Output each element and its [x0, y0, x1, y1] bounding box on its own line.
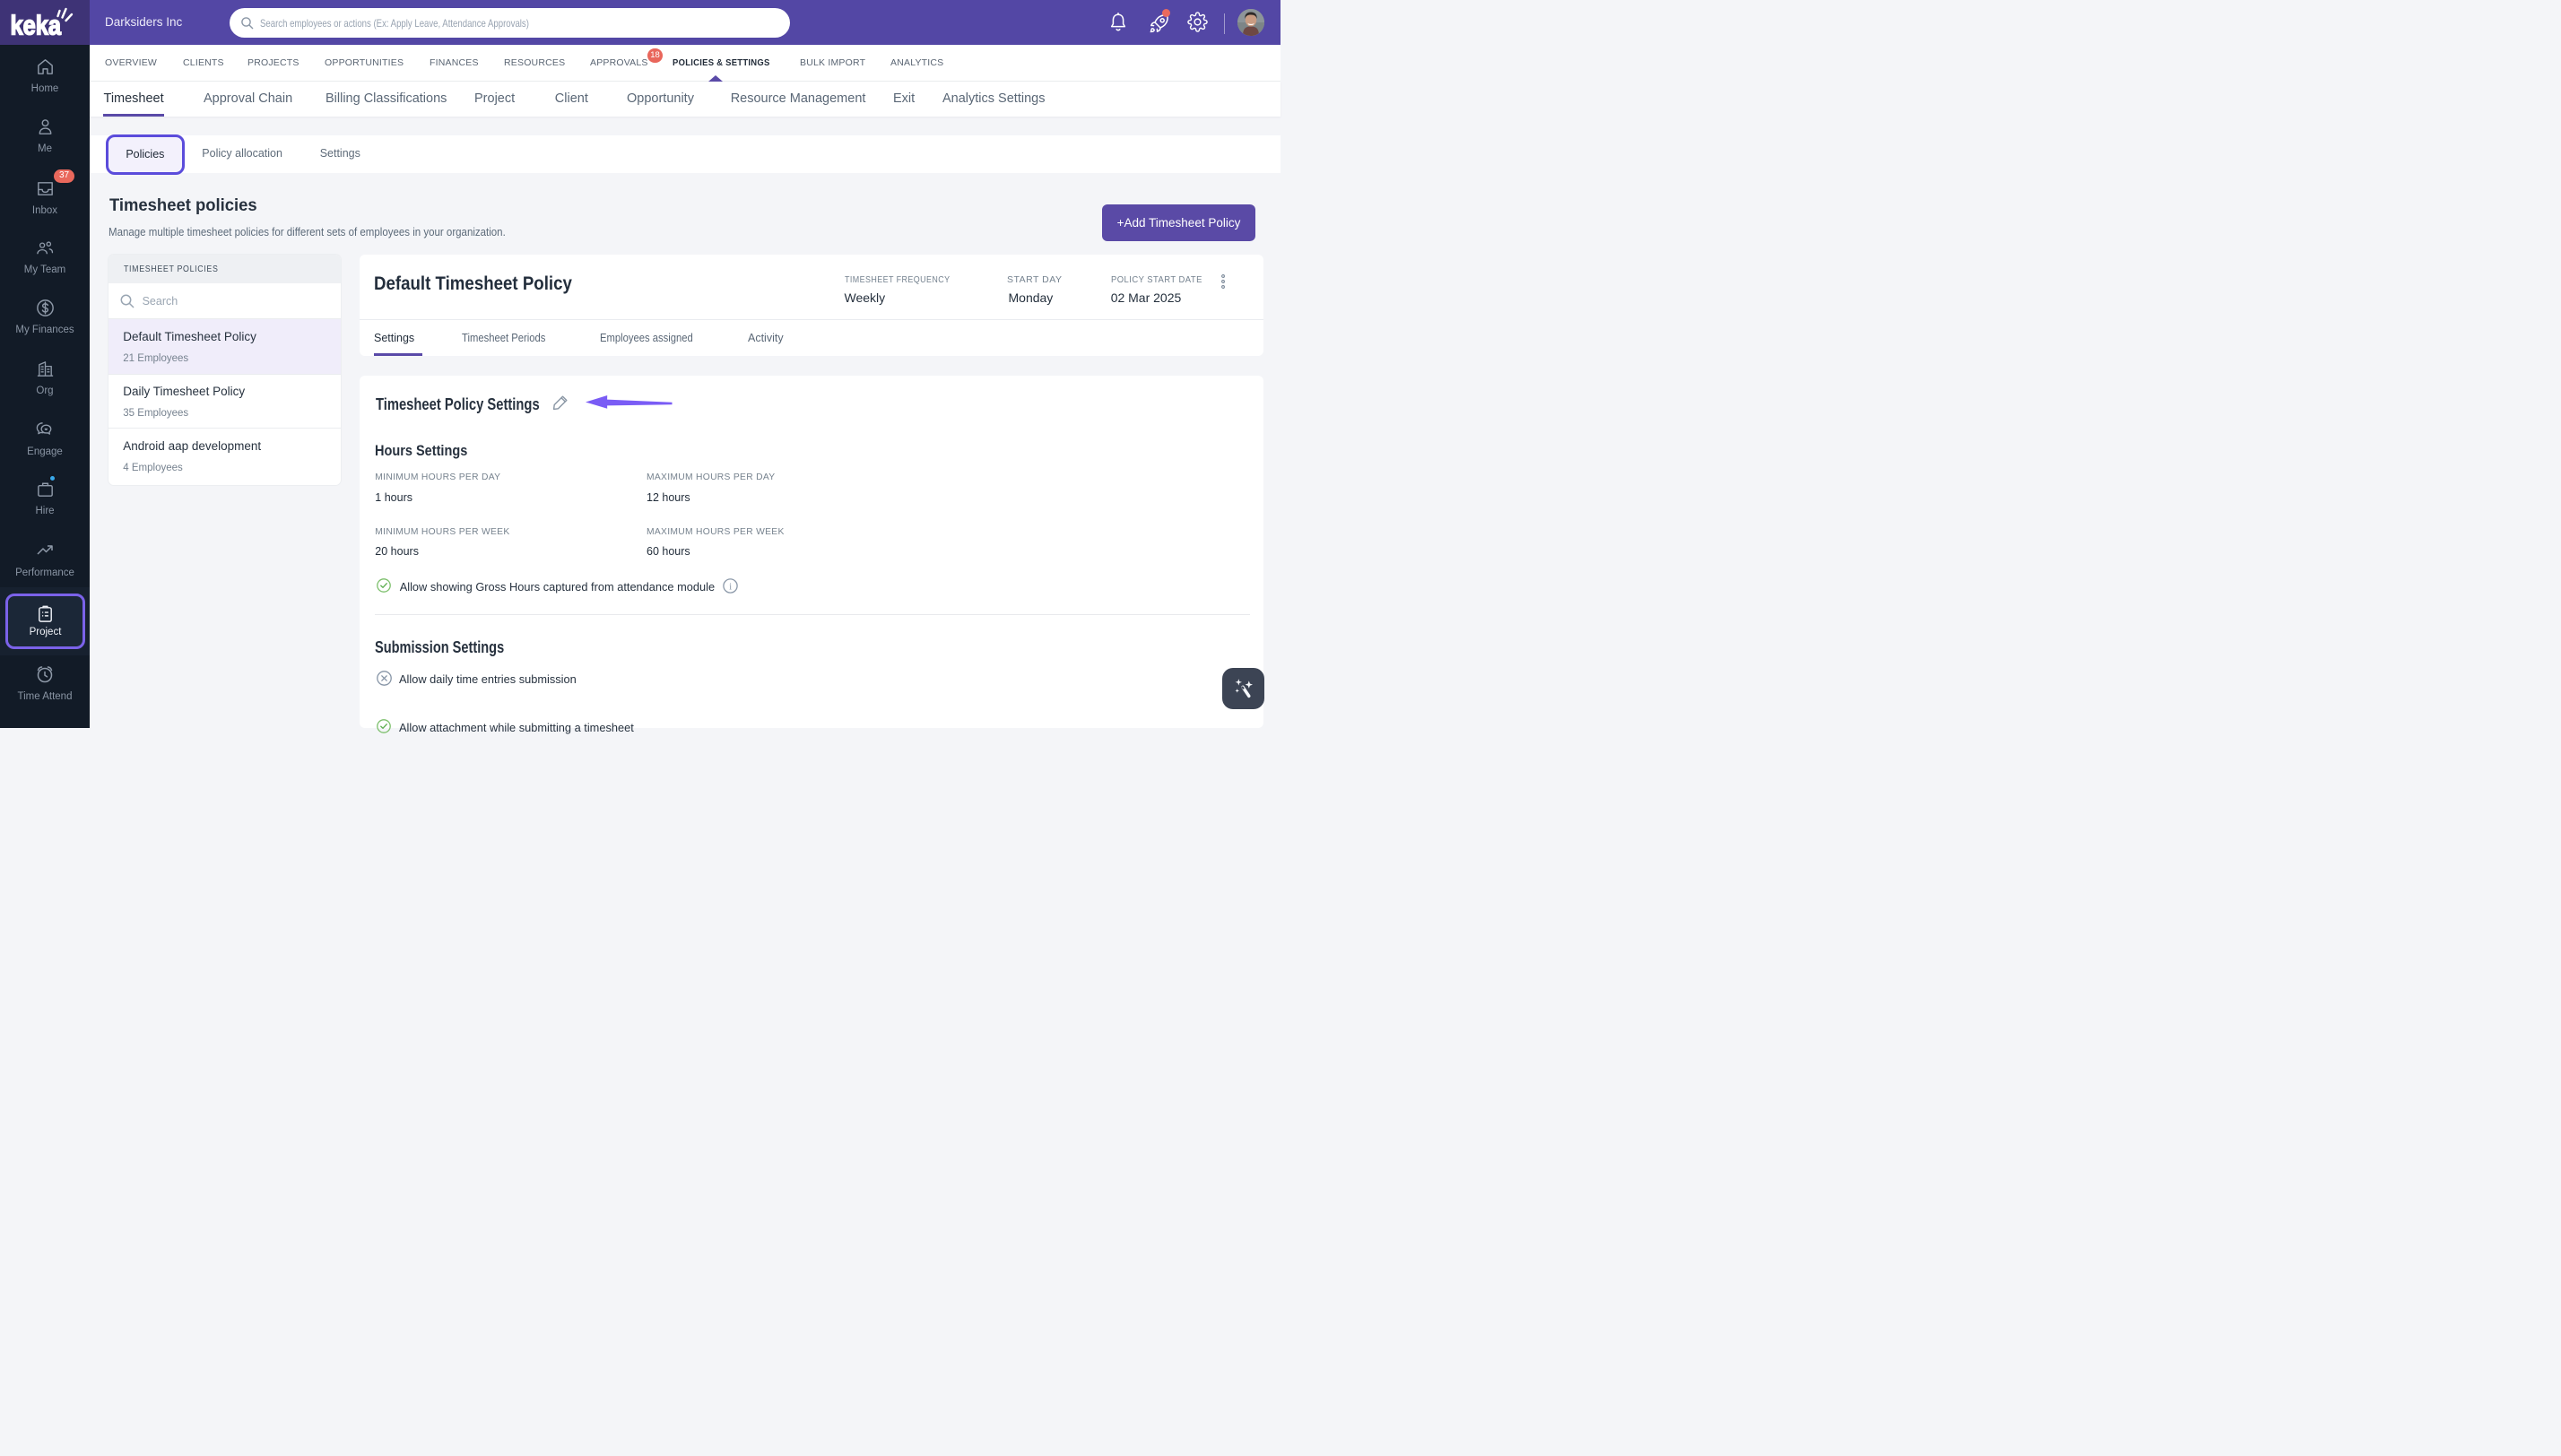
- svg-text:keka: keka: [10, 10, 61, 41]
- svg-text:i: i: [729, 581, 732, 592]
